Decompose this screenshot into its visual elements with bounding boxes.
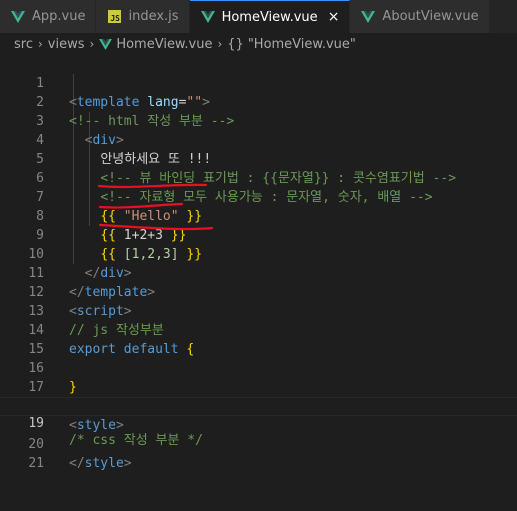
tag-bracket: </ [69, 456, 85, 471]
code-line-7[interactable]: 7 {{ "Hello" }} [0, 169, 517, 224]
tab-label: AboutView.vue [382, 9, 479, 24]
chevron-right-icon: › [89, 37, 95, 51]
chevron-right-icon: › [217, 37, 223, 51]
close-icon[interactable]: × [328, 9, 340, 25]
tab-app-vue[interactable]: App.vue [0, 0, 97, 33]
symbol-braces-icon: {} [227, 36, 244, 52]
vue-icon [200, 9, 216, 25]
js-icon: JS [106, 9, 122, 25]
js-icon-badge: JS [107, 10, 121, 23]
code-line-2[interactable]: 2 <!-- html 작성 부분 --> [0, 74, 517, 129]
code-line-16[interactable]: 16 } [0, 340, 517, 395]
tab-aboutview-vue[interactable]: AboutView.vue [350, 0, 490, 33]
code-line-17[interactable]: 17 </script> [0, 359, 517, 414]
breadcrumb-views[interactable]: views [48, 37, 85, 52]
tab-index-js[interactable]: JS index.js [96, 0, 190, 33]
tab-homeview-vue[interactable]: HomeView.vue × [189, 0, 351, 33]
code-line-8[interactable]: 8 {{ 1+2+3 }} [0, 188, 517, 243]
code-line-18[interactable]: 18 <style> [0, 378, 517, 433]
code-line-9[interactable]: 9 {{ [1,2,3] }} [0, 207, 517, 262]
breadcrumb: src › views › HomeView.vue › {} "HomeVie… [0, 33, 517, 55]
tab-label: App.vue [32, 9, 86, 24]
code-line-14[interactable]: 14 export default { [0, 302, 517, 357]
tab-label: index.js [128, 9, 179, 24]
code-line-5[interactable]: 5 <!-- 뷰 바인딩 표기법 : {{문자열}} : 콧수염표기법 --> [0, 131, 517, 186]
tag-name: style [84, 456, 124, 471]
code-line-4[interactable]: 4 안녕하세요 또 !!! [0, 112, 517, 167]
vue-icon [360, 9, 376, 25]
breadcrumb-symbol[interactable]: "HomeView.vue" [248, 37, 356, 52]
code-line-15[interactable]: 15 [0, 321, 517, 357]
tab-label: HomeView.vue [221, 9, 318, 25]
breadcrumb-src[interactable]: src [14, 37, 33, 52]
code-line-10[interactable]: 10 </div> [0, 226, 517, 281]
code-line-11[interactable]: 11 </template> [0, 245, 517, 300]
code-line-19[interactable]: 19 /* css 작성 부분 */ [0, 397, 517, 448]
breadcrumb-file[interactable]: HomeView.vue [116, 37, 212, 52]
vue-icon [10, 9, 26, 25]
code-line-3[interactable]: 3 <div> [0, 93, 517, 148]
code-line-12[interactable]: 12 <script> [0, 264, 517, 319]
code-line-20[interactable]: 20 </style> [0, 416, 517, 471]
editor-tab-bar: App.vue JS index.js HomeView.vue × About… [0, 0, 517, 33]
code-line-1[interactable]: 1 <template lang=""> [0, 55, 517, 110]
tag-bracket: > [123, 456, 132, 471]
vue-icon [99, 38, 113, 50]
code-line-6[interactable]: 6 <!-- 자료형 모두 사용가능 : 문자열, 숫자, 배열 --> [0, 150, 517, 205]
code-line-21[interactable]: 21 [0, 435, 517, 471]
chevron-right-icon: › [37, 37, 43, 51]
code-editor[interactable]: 1 <template lang=""> 2 <!-- html 작성 부분 -… [0, 55, 517, 471]
code-line-13[interactable]: 13 // js 작성부분 [0, 283, 517, 338]
